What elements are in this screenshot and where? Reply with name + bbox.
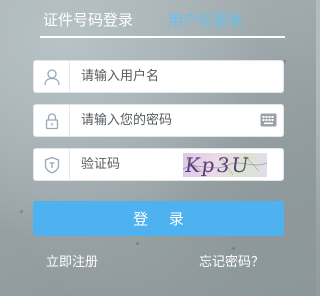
forgot-password-link[interactable]: 忘记密码？ [199, 254, 264, 272]
login-tabs: 证件号码登录 用户名登录 [40, 9, 285, 38]
username-placeholder: 请输入用户名 [81, 69, 160, 84]
keyboard-icon[interactable] [260, 113, 277, 127]
captcha-image[interactable]: Kp3U [183, 153, 267, 177]
shield-icon [34, 149, 70, 180]
tab-username-login[interactable]: 用户名登录 [168, 9, 243, 31]
background-speck [136, 242, 139, 245]
captcha-noise-icon [183, 155, 267, 176]
tabs-divider [40, 36, 285, 38]
tab-id-number-login[interactable]: 证件号码登录 [43, 9, 133, 31]
lock-icon [34, 105, 70, 136]
password-placeholder: 请输入您的密码 [81, 113, 173, 128]
register-link[interactable]: 立即注册 [46, 254, 98, 272]
captcha-field[interactable]: 验证码 Kp3U [33, 148, 284, 181]
user-icon [34, 61, 70, 92]
password-field[interactable]: 请输入您的密码 [33, 104, 284, 137]
background-speck [20, 210, 23, 213]
background-speck [232, 247, 235, 250]
captcha-placeholder: 验证码 [81, 157, 121, 172]
login-button[interactable]: 登 录 [33, 201, 284, 236]
username-field[interactable]: 请输入用户名 [33, 60, 284, 93]
